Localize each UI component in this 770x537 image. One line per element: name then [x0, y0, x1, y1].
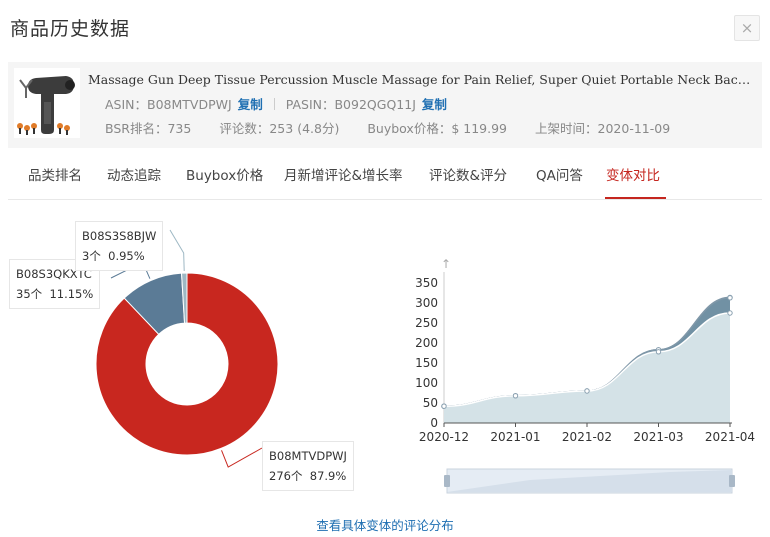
date-stat: 上架时间：2020-11-09: [535, 121, 670, 136]
product-name: Massage Gun Deep Tissue Percussion Muscl…: [88, 72, 756, 87]
history-dialog: 商品历史数据 × Massage Gun Deep Tissue Percuss…: [0, 0, 770, 537]
pasin-value: B092QGQ11J: [334, 97, 416, 112]
asin-label: ASIN：: [105, 97, 148, 112]
active-tab-indicator: [605, 197, 666, 199]
y-tick-label: 0: [430, 416, 438, 430]
slice-name: B08MTVDPWJ: [269, 449, 347, 463]
data-point[interactable]: [584, 388, 590, 394]
product-id-row: ASIN：B08MTVDPWJ 复制 PASIN：B092QGQ11J 复制: [105, 94, 447, 113]
date-value: 2020-11-09: [597, 121, 671, 136]
review-trend-area-chart: ↑ 0 50 100 150 200 250 300 350 2020-12 2021-01 202…: [415, 257, 755, 494]
slice-percent: 11.15%: [49, 287, 94, 301]
slice-label: B08MTVDPWJ 276个 87.9%: [262, 441, 354, 491]
slice-leader-line: [221, 447, 263, 468]
bsr-value: 735: [167, 121, 192, 136]
tab-buybox-price[interactable]: Buybox价格: [186, 164, 263, 184]
tab-reviews-rating[interactable]: 评论数&评分: [429, 164, 507, 184]
product-thumbnail: [14, 68, 80, 138]
copy-asin-button[interactable]: 复制: [238, 97, 263, 112]
data-point[interactable]: [655, 349, 662, 355]
data-point[interactable]: [441, 403, 447, 409]
y-axis-arrow-icon: ↑: [441, 257, 451, 271]
row-divider: [273, 98, 275, 110]
view-variant-reviews-link[interactable]: 查看具体变体的评论分布: [0, 515, 770, 534]
slice-count: 276个: [269, 469, 303, 483]
slice-leader-line: [169, 229, 185, 272]
dialog-title: 商品历史数据: [10, 18, 131, 40]
y-tick-label: 100: [415, 376, 438, 390]
data-point[interactable]: [727, 295, 733, 301]
slice-percent: 0.95%: [108, 249, 145, 263]
slice-percent: 87.9%: [309, 469, 347, 483]
zoom-left-handle[interactable]: [444, 475, 450, 487]
close-button[interactable]: ×: [734, 15, 760, 41]
buybox-stat: Buybox价格：$ 119.99: [367, 121, 507, 136]
y-tick-label: 50: [423, 396, 438, 410]
tab-variant-compare[interactable]: 变体对比: [606, 164, 660, 184]
x-tick-label: 2021-02: [562, 430, 612, 444]
tab-dynamic-tracking[interactable]: 动态追踪: [107, 164, 161, 184]
reviews-stat: 评论数：253 (4.8分): [219, 121, 339, 136]
area-series-1: [444, 313, 730, 423]
tab-qa[interactable]: QA问答: [536, 164, 583, 184]
copy-pasin-button[interactable]: 复制: [422, 97, 447, 112]
x-tick-label: 2021-03: [633, 430, 683, 444]
asin-value: B08MTVDPWJ: [147, 97, 232, 112]
slice-label: B08S3S8BJW 3个 0.95%: [75, 221, 164, 271]
y-tick-label: 150: [415, 356, 438, 370]
y-tick-label: 350: [415, 276, 438, 290]
tab-monthly-reviews[interactable]: 月新增评论&增长率: [284, 164, 403, 184]
zoom-right-handle[interactable]: [729, 475, 735, 487]
x-tick-label: 2020-12: [419, 430, 469, 444]
data-point[interactable]: [512, 393, 519, 399]
x-tick-label: 2021-04: [705, 430, 755, 444]
close-icon: ×: [740, 19, 754, 37]
bsr-label: BSR排名：: [105, 121, 168, 136]
date-label: 上架时间：: [535, 121, 598, 136]
y-tick-label: 200: [415, 336, 438, 350]
slice-name: B08S3S8BJW: [82, 229, 157, 243]
zoom-slider[interactable]: [444, 468, 735, 494]
product-card: Massage Gun Deep Tissue Percussion Muscl…: [8, 62, 762, 148]
x-tick-label: 2021-01: [490, 430, 540, 444]
data-point[interactable]: [727, 310, 733, 316]
buybox-value: $ 119.99: [451, 121, 507, 136]
slice-count: 3个: [82, 249, 101, 263]
product-stats-row: BSR排名：735 评论数：253 (4.8分) Buybox价格：$ 119.99…: [105, 118, 670, 137]
slice-count: 35个: [16, 287, 43, 301]
y-tick-label: 250: [415, 316, 438, 330]
tab-category-rank[interactable]: 品类排名: [28, 164, 82, 184]
buybox-label: Buybox价格：: [367, 121, 452, 136]
pasin-label: PASIN：: [285, 97, 335, 112]
reviews-value: 253 (4.8分): [269, 121, 340, 136]
reviews-label: 评论数：: [219, 121, 270, 136]
tab-bar: 品类排名 动态追踪 Buybox价格 月新增评论&增长率 评论数&评分 QA问答…: [8, 152, 762, 200]
bsr-stat: BSR排名：735: [105, 121, 191, 136]
y-tick-label: 300: [415, 296, 438, 310]
